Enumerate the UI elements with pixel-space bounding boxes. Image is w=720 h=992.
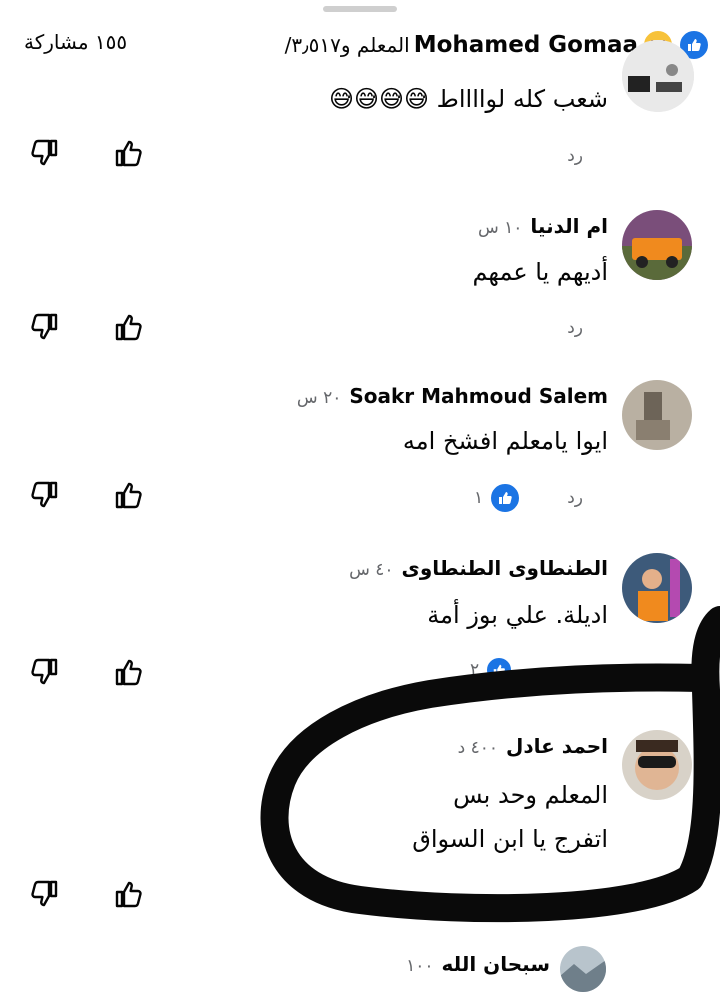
comment-time: ٤٠ س [349, 560, 394, 580]
comment-author[interactable]: ام الدنيا [530, 214, 608, 238]
reply-button[interactable]: رد [567, 318, 583, 338]
reaction-count: ١ [474, 488, 484, 508]
comment-author[interactable]: Soakr Mahmoud Salem [349, 384, 608, 408]
sheet-drag-handle[interactable] [323, 6, 397, 12]
comment-author[interactable]: الطنطاوى الطنطاوى [402, 556, 609, 580]
comment-time: ١٠٠ [406, 956, 434, 976]
comment-reactions[interactable]: ٢ [470, 656, 514, 684]
reactions-summary[interactable]: /المعلم و٣٫٥١٧ [285, 33, 410, 57]
comment-time: ٤٠٠ د [457, 738, 499, 758]
like-icon[interactable] [112, 655, 146, 689]
comment-time: ١٠ س [478, 218, 523, 238]
dislike-icon[interactable] [27, 877, 61, 911]
like-icon[interactable] [112, 136, 146, 170]
like-badge-icon [489, 482, 522, 514]
comment-time: ٢٠ س [296, 388, 342, 408]
comment-author[interactable]: احمد عادل [506, 734, 608, 758]
dislike-icon[interactable] [27, 136, 61, 170]
dislike-icon[interactable] [27, 478, 61, 512]
comment-text: ايوا يامعلم افشخ امه [402, 427, 608, 455]
post-author-name[interactable]: Mohamed Gomaa [414, 32, 638, 58]
avatar[interactable] [622, 380, 692, 450]
comment-text: أديهم يا عمهم [472, 258, 608, 286]
comment-text-line-1: المعلم وحد بس [453, 781, 608, 809]
avatar[interactable] [622, 730, 692, 800]
comment-text: شعب كله لوااااط 😅😅😅😅 [328, 85, 608, 113]
avatar[interactable] [560, 946, 606, 992]
reaction-count: ٢ [470, 660, 480, 680]
comment-text: اديلة. علي بوز أمة [427, 601, 608, 629]
reply-button[interactable]: رد [567, 488, 583, 508]
avatar[interactable] [622, 210, 692, 280]
avatar[interactable] [622, 553, 692, 623]
like-icon[interactable] [112, 478, 146, 512]
shares-count[interactable]: ١٥٥ مشاركة [24, 30, 127, 54]
avatar[interactable] [622, 40, 694, 112]
comment-reactions[interactable]: ١ [474, 482, 522, 514]
annotation-circle [260, 606, 720, 923]
like-icon[interactable] [112, 877, 146, 911]
comment-author[interactable]: سبحان الله [442, 952, 550, 976]
reply-button[interactable]: رد [567, 146, 583, 166]
like-badge-icon [485, 656, 514, 684]
like-icon[interactable] [112, 310, 146, 344]
dislike-icon[interactable] [27, 310, 61, 344]
dislike-icon[interactable] [27, 655, 61, 689]
comment-text-line-2: اتفرج يا ابن السواق [412, 825, 608, 853]
